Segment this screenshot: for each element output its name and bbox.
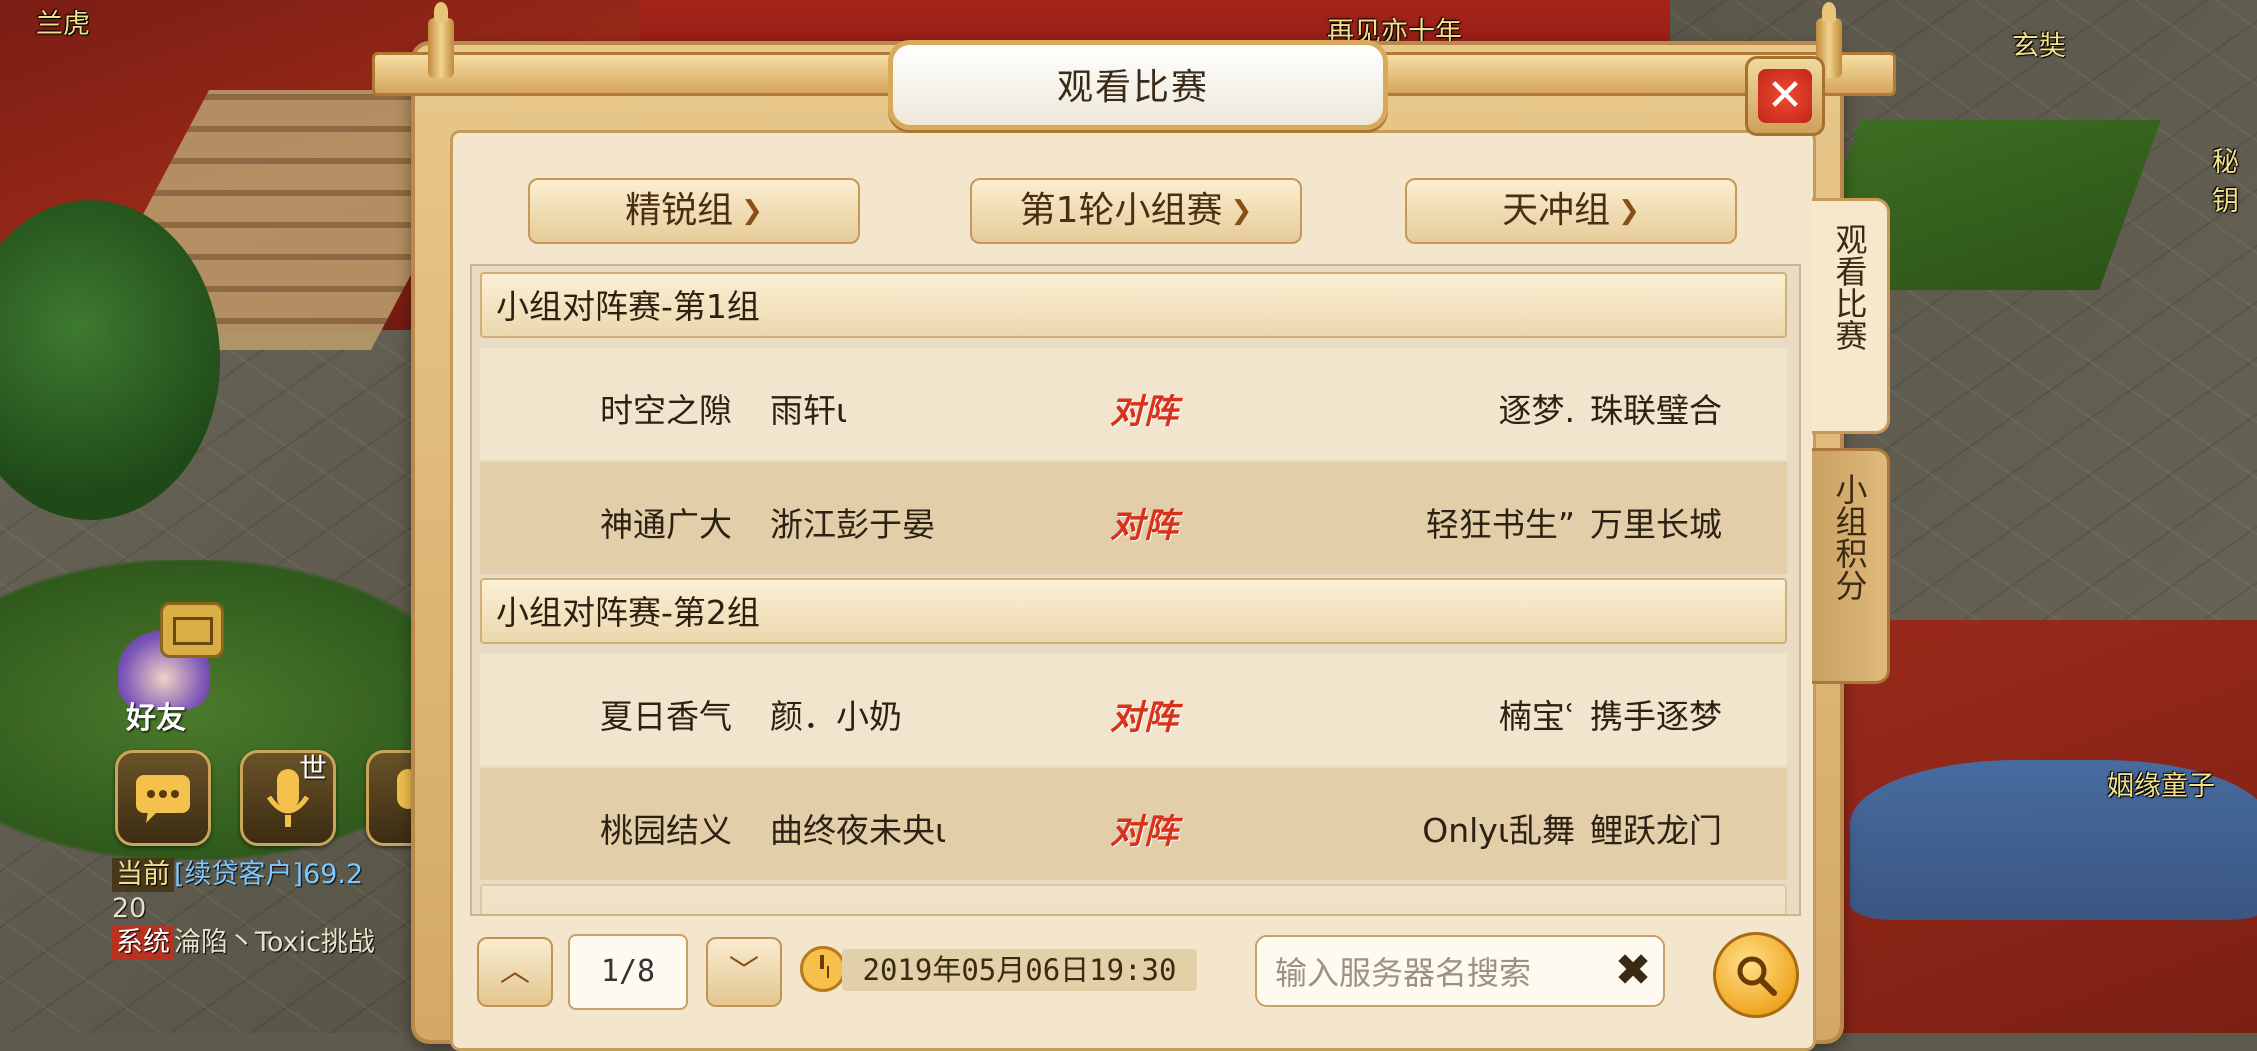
friend-label: 好友 bbox=[126, 701, 186, 736]
chat-text: 20 bbox=[112, 893, 147, 924]
match-row[interactable]: 神通广大 浙江彭于晏 对阵 轻狂书生” 万里长城 bbox=[480, 462, 1787, 574]
group-dropdown[interactable]: 天冲组 ❯ bbox=[1405, 178, 1737, 244]
right-player: 逐梦. bbox=[1498, 391, 1576, 430]
match-row[interactable]: 桃园结义 曲终夜未央ι 对阵 Onlyι乱舞 鲤跃龙门 bbox=[480, 768, 1787, 880]
round-dropdown[interactable]: 第1轮小组赛 ❯ bbox=[970, 178, 1302, 244]
left-player: 浙江彭于晏 bbox=[770, 505, 935, 544]
search-button[interactable] bbox=[1713, 932, 1799, 1018]
chat-text: 淪陷丶Toxic挑战 bbox=[174, 927, 375, 958]
chat-text: [续贷客户]69.2 bbox=[174, 859, 364, 890]
search-icon bbox=[1737, 956, 1777, 996]
right-player: Onlyι乱舞 bbox=[1422, 811, 1575, 850]
division-dropdown[interactable]: 精锐组 ❯ bbox=[528, 178, 860, 244]
division-dropdown-value: 精锐组 bbox=[625, 190, 734, 231]
right-player: 楠宝ʿ bbox=[1498, 697, 1575, 736]
right-server: 鲤跃龙门 bbox=[1590, 811, 1722, 850]
dialog-title: 观看比赛 bbox=[1056, 67, 1209, 108]
chat-line: 当前 [续贷客户]69.2 bbox=[112, 858, 432, 892]
chevron-down-icon: ❯ bbox=[1230, 196, 1253, 226]
mail-icon[interactable] bbox=[160, 602, 224, 658]
group-header: 小组对阵赛-第2组 bbox=[480, 578, 1787, 644]
npc-name-label: 兰虎 bbox=[36, 9, 90, 40]
vs-label: 对阵 bbox=[1110, 698, 1178, 738]
vs-label: 对阵 bbox=[1110, 392, 1178, 432]
clock-icon bbox=[800, 946, 846, 992]
world-badge: 世 bbox=[299, 752, 328, 785]
chat-line: 20 bbox=[112, 892, 432, 926]
match-row[interactable]: 夏日香气 颜．小奶 对阵 楠宝ʿ 携手逐梦 bbox=[480, 654, 1787, 766]
tab-watch-match[interactable]: 观看比赛 bbox=[1812, 198, 1890, 434]
vs-label: 对阵 bbox=[1110, 812, 1178, 852]
npc-name-label: 玄奘 bbox=[2012, 31, 2066, 62]
chat-log[interactable]: 当前 [续贷客户]69.2 20 系统 淪陷丶Toxic挑战 bbox=[112, 858, 432, 960]
chat-bubble-button[interactable] bbox=[115, 750, 211, 846]
tab-group-points[interactable]: 小组积分 bbox=[1812, 448, 1890, 684]
clear-icon[interactable]: ✖ bbox=[1609, 947, 1657, 995]
chevron-up-icon: ︿ bbox=[500, 954, 530, 989]
left-server: 时空之隙 bbox=[600, 391, 732, 430]
chevron-down-icon: ❯ bbox=[741, 196, 763, 226]
right-player: 轻狂书生” bbox=[1425, 505, 1575, 544]
left-player: 颜．小奶 bbox=[770, 697, 902, 736]
tab-label: 观看比赛 bbox=[1830, 223, 1869, 351]
page-down-button[interactable]: ﹀ bbox=[706, 937, 782, 1007]
left-player: 雨轩ι bbox=[770, 391, 848, 430]
match-list[interactable]: 小组对阵赛-第1组 时空之隙 雨轩ι 对阵 逐梦. 珠联璧合 神通广大 浙江彭于… bbox=[470, 264, 1801, 916]
group-dropdown-value: 天冲组 bbox=[1502, 190, 1611, 231]
match-datetime: 2019年05月06日19:30 bbox=[842, 949, 1197, 991]
left-server: 桃园结义 bbox=[600, 811, 732, 850]
right-server: 珠联璧合 bbox=[1590, 391, 1722, 430]
npc-name-label: 秘钥 bbox=[2212, 147, 2239, 217]
chat-channel-tag: 系统 bbox=[112, 926, 174, 960]
group-header: 小组对阵赛-第1组 bbox=[480, 272, 1787, 338]
close-icon: ✕ bbox=[1758, 69, 1812, 123]
chat-bubble-icon bbox=[136, 775, 190, 823]
left-server: 神通广大 bbox=[600, 505, 732, 544]
frame-post bbox=[428, 2, 454, 78]
world-voice-button[interactable]: 世 bbox=[240, 750, 336, 846]
round-dropdown-value: 第1轮小组赛 bbox=[1019, 190, 1223, 231]
left-player: 曲终夜未央ι bbox=[770, 811, 947, 850]
chat-channel-tag: 当前 bbox=[112, 858, 174, 892]
tab-label: 小组积分 bbox=[1830, 473, 1869, 601]
chevron-down-icon: ﹀ bbox=[729, 954, 759, 989]
page-up-button[interactable]: ︿ bbox=[477, 937, 553, 1007]
chat-line: 系统 淪陷丶Toxic挑战 bbox=[112, 926, 432, 960]
vs-label: 对阵 bbox=[1110, 506, 1178, 546]
server-search-input[interactable] bbox=[1273, 951, 1597, 995]
group-header-partial bbox=[480, 884, 1787, 914]
npc-name-label: 姻缘童子 bbox=[2107, 771, 2215, 802]
close-button[interactable]: ✕ bbox=[1745, 56, 1825, 136]
left-server: 夏日香气 bbox=[600, 697, 732, 736]
server-search-box[interactable]: ✖ bbox=[1255, 935, 1665, 1007]
match-row[interactable]: 时空之隙 雨轩ι 对阵 逐梦. 珠联璧合 bbox=[480, 348, 1787, 460]
right-server: 万里长城 bbox=[1590, 505, 1722, 544]
chevron-down-icon: ❯ bbox=[1618, 196, 1640, 226]
page-indicator: 1/8 bbox=[568, 934, 688, 1010]
right-server: 携手逐梦 bbox=[1590, 697, 1722, 736]
